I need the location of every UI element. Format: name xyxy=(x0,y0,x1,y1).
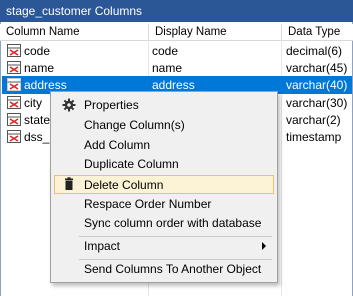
cell-column-name: code xyxy=(24,44,51,58)
window-title-bar[interactable]: stage_customer Columns xyxy=(0,0,353,22)
table-row[interactable]: code code decimal(6) xyxy=(2,42,352,60)
cell-display-name: code xyxy=(152,44,179,58)
gear-icon xyxy=(62,98,76,112)
column-icon xyxy=(7,113,21,126)
cell-data-type: timestamp xyxy=(286,130,342,144)
window-title: stage_customer Columns xyxy=(6,4,143,18)
header-column-name[interactable]: Column Name xyxy=(0,24,149,40)
submenu-arrow-icon xyxy=(262,242,266,250)
table-header: Column Name Display Name Data Type xyxy=(0,24,353,41)
menu-item-label: Properties xyxy=(84,98,139,112)
menu-item-label: Add Column xyxy=(84,138,151,152)
trash-icon xyxy=(65,177,73,190)
menu-item-add-column[interactable]: Add Column xyxy=(54,136,274,155)
column-icon xyxy=(7,130,21,143)
column-icon xyxy=(7,44,21,57)
cell-data-type: decimal(6) xyxy=(286,44,343,58)
menu-item-label: Send Columns To Another Object xyxy=(84,262,262,276)
menu-item-sync-column-order[interactable]: Sync column order with database xyxy=(54,214,274,233)
cell-data-type: varchar(30) xyxy=(286,96,348,110)
menu-item-send-columns[interactable]: Send Columns To Another Object xyxy=(54,260,274,279)
menu-item-label: Sync column order with database xyxy=(84,216,262,230)
menu-item-properties[interactable]: Properties xyxy=(54,96,274,115)
context-menu: Properties Change Column(s) Add Column D… xyxy=(50,91,278,283)
cell-column-name: name xyxy=(24,61,55,75)
column-icon xyxy=(7,78,21,91)
menu-item-label: Delete Column xyxy=(84,178,164,192)
cell-data-type: varchar(40) xyxy=(286,78,348,92)
header-display-name[interactable]: Display Name xyxy=(149,24,282,40)
cell-data-type: varchar(45) xyxy=(286,61,348,75)
column-icon xyxy=(7,61,21,74)
table-row[interactable]: name name varchar(45) xyxy=(2,59,352,77)
cell-display-name: name xyxy=(152,61,183,75)
column-icon xyxy=(7,96,21,109)
header-data-type[interactable]: Data Type xyxy=(282,24,353,40)
menu-item-change-columns[interactable]: Change Column(s) xyxy=(54,116,274,135)
menu-item-impact[interactable]: Impact xyxy=(54,237,274,256)
menu-item-duplicate-column[interactable]: Duplicate Column xyxy=(54,155,274,174)
menu-item-label: Impact xyxy=(84,239,121,253)
cell-data-type: varchar(2) xyxy=(286,113,341,127)
menu-item-respace-order-number[interactable]: Respace Order Number xyxy=(54,195,274,214)
menu-item-delete-column[interactable]: Delete Column xyxy=(54,175,274,194)
menu-item-label: Duplicate Column xyxy=(84,157,179,171)
menu-item-label: Change Column(s) xyxy=(84,118,185,132)
menu-item-label: Respace Order Number xyxy=(84,197,212,211)
